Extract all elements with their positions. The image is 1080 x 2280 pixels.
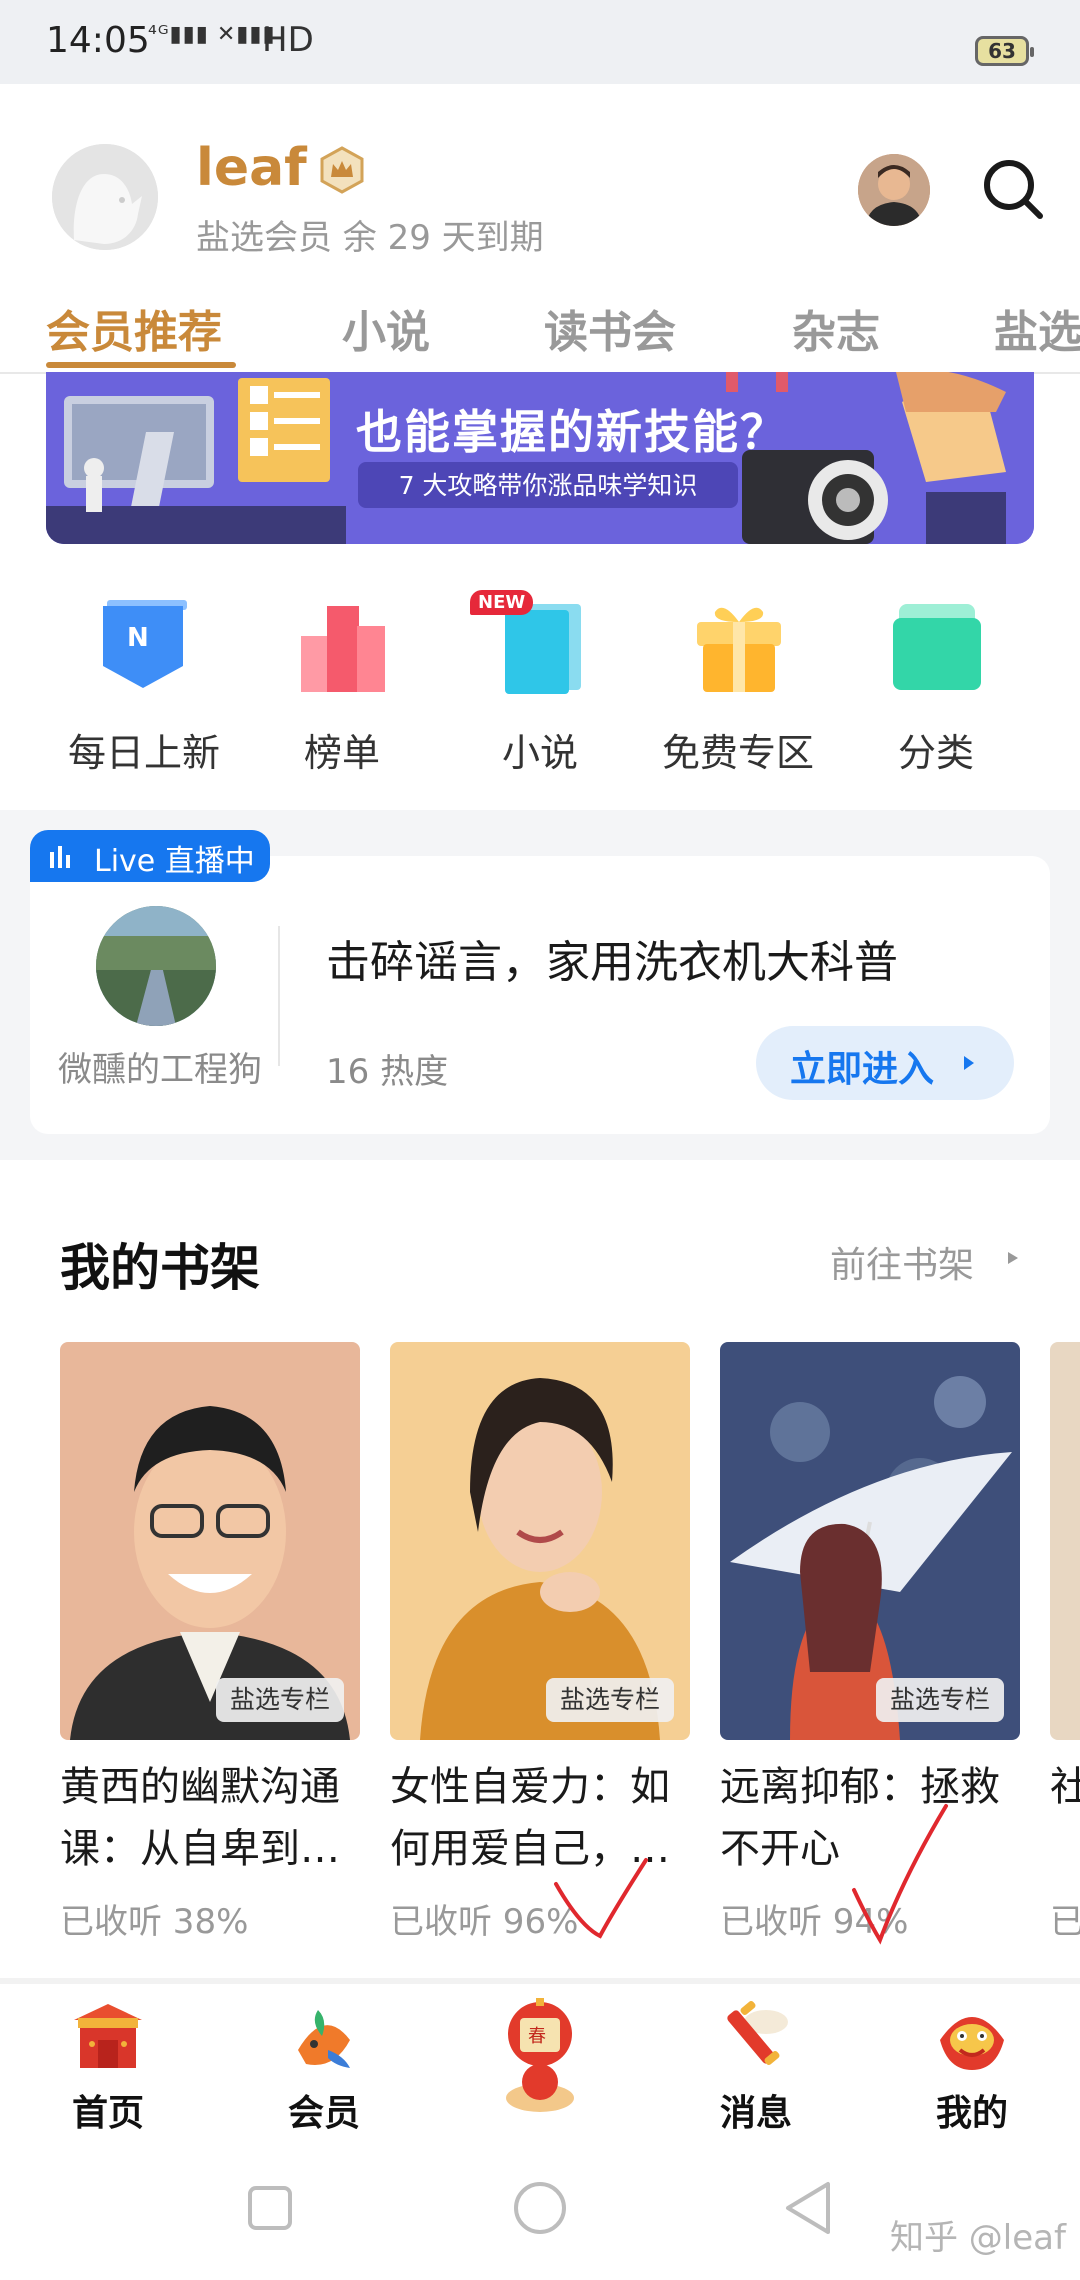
bookshelf-title: 我的书架 — [60, 1239, 260, 1297]
ranking-icon — [297, 596, 387, 696]
banner-headline: 也能掌握的新技能？ — [356, 405, 788, 459]
member-status: 盐选会员 余 29 天到期 — [196, 218, 544, 258]
status-bar: 14:05 ⁴ᴳ▮▮▮ ✕▮▮▮ HD 63 — [0, 0, 1080, 84]
hd-indicator: HD — [262, 20, 314, 60]
back-triangle-icon[interactable] — [782, 2180, 834, 2236]
gift-icon — [693, 596, 783, 696]
column-tag: 盐选专栏 — [545, 1678, 674, 1722]
book-title: 远离抑郁：拯救不开心 — [720, 1764, 1000, 1872]
mine-icon — [936, 2000, 1008, 2072]
category-tabs: 会员推荐 小说 读书会 杂志 盐选 — [0, 296, 1080, 374]
book-card[interactable]: 社 已 — [1050, 1342, 1080, 1942]
promo-banner[interactable]: 也能掌握的新技能？ 7 大攻略带你涨品味学知识 — [46, 372, 1034, 544]
book-title: 黄西的幽默沟通课：从自卑到… — [60, 1764, 340, 1872]
live-bars-icon — [50, 846, 70, 868]
status-time: 14:05 — [46, 20, 150, 61]
category-icon — [891, 596, 981, 696]
nav-label: 我的 — [935, 2093, 1008, 2134]
nav-label: 会员 — [287, 2093, 360, 2134]
go-to-bookshelf-link[interactable]: 前往书架 — [830, 1236, 974, 1288]
new-badge: NEW — [470, 590, 534, 615]
nav-member[interactable]: 会员 — [244, 2000, 404, 2134]
host-avatar[interactable] — [96, 906, 216, 1026]
host-name: 微醺的工程狗 — [58, 1050, 262, 1090]
enter-live-label: 立即进入 — [790, 1049, 935, 1090]
divider — [278, 926, 280, 1066]
watermark: 知乎 @leaf — [890, 2218, 1066, 2258]
member-icon — [288, 2000, 360, 2072]
listen-progress: 已收听 94% — [720, 1902, 909, 1942]
recent-apps-icon[interactable] — [246, 2184, 294, 2232]
tab-yanxuan[interactable]: 盐选 — [994, 296, 1080, 360]
tab-member-recommend[interactable]: 会员推荐 — [46, 296, 222, 360]
column-tag: 盐选专栏 — [875, 1678, 1004, 1722]
battery-icon: 63 — [975, 36, 1034, 66]
signal-icon: ⁴ᴳ▮▮▮ ✕▮▮▮ — [148, 22, 276, 47]
search-icon[interactable] — [980, 156, 1046, 222]
nav-festival[interactable]: 春 — [460, 1994, 620, 2124]
quick-nav-label: 小说 — [501, 731, 578, 775]
tab-magazine[interactable]: 杂志 — [792, 296, 880, 360]
svg-text:N: N — [127, 623, 149, 653]
tab-book-club[interactable]: 读书会 — [544, 296, 676, 360]
nav-message[interactable]: 消息 — [676, 2000, 836, 2134]
play-arrow-icon — [964, 1056, 974, 1070]
book-title: 社 — [1050, 1764, 1080, 1810]
nav-label: 消息 — [719, 2093, 792, 2134]
nav-label: 首页 — [71, 2093, 144, 2134]
tab-novel[interactable]: 小说 — [342, 296, 430, 360]
vip-crown-icon — [318, 146, 366, 194]
banner-subline: 7 大攻略带你涨品味学知识 — [398, 471, 698, 500]
message-icon — [720, 2000, 792, 2072]
home-circle-icon[interactable] — [512, 2180, 568, 2236]
quick-nav-label: 分类 — [897, 731, 974, 775]
tab-active-indicator — [46, 362, 236, 368]
quick-nav-category[interactable]: 分类 — [846, 596, 1026, 776]
column-tag: 盐选专栏 — [215, 1678, 344, 1722]
nav-mine[interactable]: 我的 — [892, 2000, 1052, 2134]
festival-icon: 春 — [492, 1994, 588, 2118]
quick-nav-label: 榜单 — [303, 731, 380, 775]
quick-nav-ranking[interactable]: 榜单 — [252, 596, 432, 776]
user-avatar[interactable] — [52, 144, 158, 250]
live-badge-label: Live 直播中 — [94, 844, 255, 879]
live-title[interactable]: 击碎谣言，家用洗衣机大科普 — [326, 926, 898, 990]
book-cover — [1050, 1342, 1080, 1740]
book-title: 女性自爱力：如何用爱自己，… — [390, 1764, 670, 1872]
svg-text:春: 春 — [528, 2026, 546, 2047]
quick-nav-label: 免费专区 — [661, 731, 814, 775]
home-icon — [72, 2000, 144, 2072]
listen-progress: 已收听 96% — [390, 1902, 579, 1942]
divider — [0, 1978, 1080, 1984]
listen-progress: 已收听 38% — [60, 1902, 249, 1942]
quick-nav-novel[interactable]: NEW 小说 — [450, 590, 630, 776]
live-heat: 16 热度 — [326, 1052, 449, 1092]
listen-progress: 已 — [1050, 1902, 1080, 1942]
quick-nav-daily-new[interactable]: N 每日上新 — [54, 596, 234, 776]
daily-new-icon: N — [99, 596, 189, 696]
quick-nav-free-zone[interactable]: 免费专区 — [648, 596, 828, 776]
guest-avatar[interactable] — [858, 154, 930, 226]
nav-home[interactable]: 首页 — [28, 2000, 188, 2134]
username[interactable]: leaf — [196, 138, 307, 198]
chevron-right-icon — [1008, 1252, 1018, 1264]
quick-nav-label: 每日上新 — [67, 731, 220, 775]
